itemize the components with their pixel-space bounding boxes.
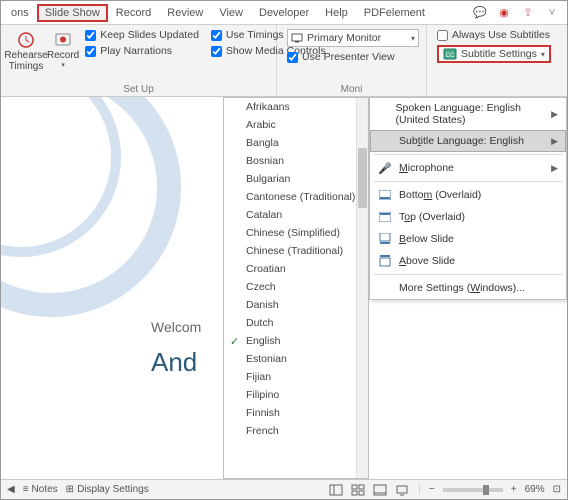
language-item[interactable]: Finnish [224, 404, 368, 422]
status-bar: ◀ ≡Notes ⊞Display Settings | − + 69% ⊡ [1, 479, 567, 499]
language-item[interactable]: Bulgarian [224, 170, 368, 188]
tab-record[interactable]: Record [108, 4, 159, 22]
presenter-view-checkbox[interactable]: Use Presenter View [287, 51, 419, 63]
title-quick-actions: 💬 ◉ ⇪ ˅ [473, 6, 567, 20]
prev-icon[interactable]: ◀ [7, 484, 15, 495]
language-item[interactable]: Estonian [224, 350, 368, 368]
slide-canvas-area: Welcom And any AfrikaansArabicBanglaBosn… [1, 97, 567, 479]
language-item[interactable]: Dutch [224, 314, 368, 332]
language-list-popup: AfrikaansArabicBanglaBosnianBulgarianCan… [223, 97, 369, 479]
language-item[interactable]: Croatian [224, 260, 368, 278]
chevron-down-icon: ▾ [541, 50, 545, 59]
position-bottom-icon [378, 188, 392, 202]
language-item[interactable]: Bosnian [224, 152, 368, 170]
slide-title-left: And [151, 347, 197, 378]
fit-window-icon[interactable]: ⊡ [553, 484, 561, 495]
monitor-select[interactable]: Primary Monitor ▾ [287, 29, 419, 47]
tab-help[interactable]: Help [317, 4, 356, 22]
rehearse-timings-button[interactable]: Rehearse Timings [5, 27, 47, 72]
view-buttons [328, 483, 410, 497]
menu-separator [374, 181, 562, 182]
zoom-in-icon[interactable]: + [511, 484, 517, 495]
record-circle-icon [52, 29, 74, 49]
zoom-slider[interactable] [443, 488, 503, 492]
menu-separator [374, 274, 562, 275]
spoken-language-item[interactable]: Spoken Language: English (United States)… [370, 98, 566, 130]
collapse-ribbon-icon[interactable]: ˅ [545, 6, 559, 20]
check-icon: ✓ [230, 335, 239, 348]
language-item[interactable]: Chinese (Simplified) [224, 224, 368, 242]
comment-icon[interactable]: 💬 [473, 6, 487, 20]
tab-review[interactable]: Review [159, 4, 211, 22]
menu-separator [374, 154, 562, 155]
scrollbar-thumb[interactable] [358, 148, 367, 208]
tab-slide-show[interactable]: Slide Show [37, 4, 108, 22]
more-settings-item[interactable]: More Settings (Windows)... [370, 277, 566, 299]
zoom-out-icon[interactable]: − [429, 484, 435, 495]
language-item[interactable]: Chinese (Traditional) [224, 242, 368, 260]
tab-partial[interactable]: ons [3, 4, 37, 22]
position-above-icon [378, 254, 392, 268]
top-overlaid-item[interactable]: Top (Overlaid) [370, 206, 566, 228]
language-item[interactable]: Arabic [224, 116, 368, 134]
reading-view-icon[interactable] [372, 483, 388, 497]
setup-group-label: Set Up [1, 84, 276, 96]
language-item[interactable]: ✓English [224, 332, 368, 350]
language-item[interactable]: Afrikaans [224, 98, 368, 116]
slideshow-view-icon[interactable] [394, 483, 410, 497]
zoom-value[interactable]: 69% [525, 484, 545, 495]
language-item[interactable]: Czech [224, 278, 368, 296]
welcome-text: Welcom [151, 319, 201, 335]
ribbon: Rehearse Timings Record ▾ Keep Slides Up… [1, 25, 567, 97]
monitor-icon [291, 33, 303, 44]
record-icon[interactable]: ◉ [497, 6, 511, 20]
clock-icon [15, 29, 37, 49]
chevron-down-icon: ▾ [61, 61, 65, 69]
ribbon-tabs: ons Slide Show Record Review View Develo… [1, 1, 567, 25]
position-top-icon [378, 210, 392, 224]
sorter-view-icon[interactable] [350, 483, 366, 497]
bottom-overlaid-item[interactable]: Bottom (Overlaid) [370, 184, 566, 206]
play-narrations-checkbox[interactable]: Play Narrations [85, 45, 199, 57]
below-slide-item[interactable]: Below Slide [370, 228, 566, 250]
scrollbar[interactable] [356, 98, 368, 478]
tab-developer[interactable]: Developer [251, 4, 317, 22]
monitors-group-label: Moni [277, 84, 426, 96]
record-label: Record [47, 50, 79, 61]
record-button[interactable]: Record ▾ [47, 27, 79, 69]
language-item[interactable]: French [224, 422, 368, 440]
subtitle-settings-menu: Spoken Language: English (United States)… [369, 97, 567, 300]
tab-pdfelement[interactable]: PDFelement [356, 4, 433, 22]
microphone-icon: 🎤 [378, 161, 392, 175]
svg-text:CC: CC [446, 53, 455, 59]
language-item[interactable]: Bangla [224, 134, 368, 152]
language-item[interactable]: Catalan [224, 206, 368, 224]
language-item[interactable]: Danish [224, 296, 368, 314]
display-settings-button[interactable]: ⊞Display Settings [66, 484, 149, 495]
language-item[interactable]: Fijian [224, 368, 368, 386]
cc-icon: CC [443, 48, 457, 60]
rehearse-label: Rehearse Timings [4, 50, 47, 72]
microphone-item[interactable]: 🎤 Microphone ▶ [370, 157, 566, 179]
chevron-down-icon: ▾ [411, 34, 415, 43]
subtitle-language-item[interactable]: Subtitle Language: English ▶ [370, 130, 566, 152]
always-subtitles-checkbox[interactable]: Always Use Subtitles [437, 29, 551, 41]
tab-view[interactable]: View [211, 4, 251, 22]
display-icon: ⊞ [66, 484, 74, 495]
notes-icon: ≡ [23, 484, 29, 495]
chevron-right-icon: ▶ [551, 109, 558, 120]
normal-view-icon[interactable] [328, 483, 344, 497]
subtitle-settings-button[interactable]: CC Subtitle Settings ▾ [437, 45, 551, 63]
language-item[interactable]: Filipino [224, 386, 368, 404]
position-below-icon [378, 232, 392, 246]
notes-button[interactable]: ≡Notes [23, 484, 58, 495]
keep-slides-updated-checkbox[interactable]: Keep Slides Updated [85, 29, 199, 41]
chevron-right-icon: ▶ [551, 163, 558, 174]
chevron-right-icon: ▶ [551, 136, 558, 147]
zoom-knob[interactable] [483, 485, 489, 495]
language-item[interactable]: Cantonese (Traditional) [224, 188, 368, 206]
share-icon[interactable]: ⇪ [521, 6, 535, 20]
above-slide-item[interactable]: Above Slide [370, 250, 566, 272]
